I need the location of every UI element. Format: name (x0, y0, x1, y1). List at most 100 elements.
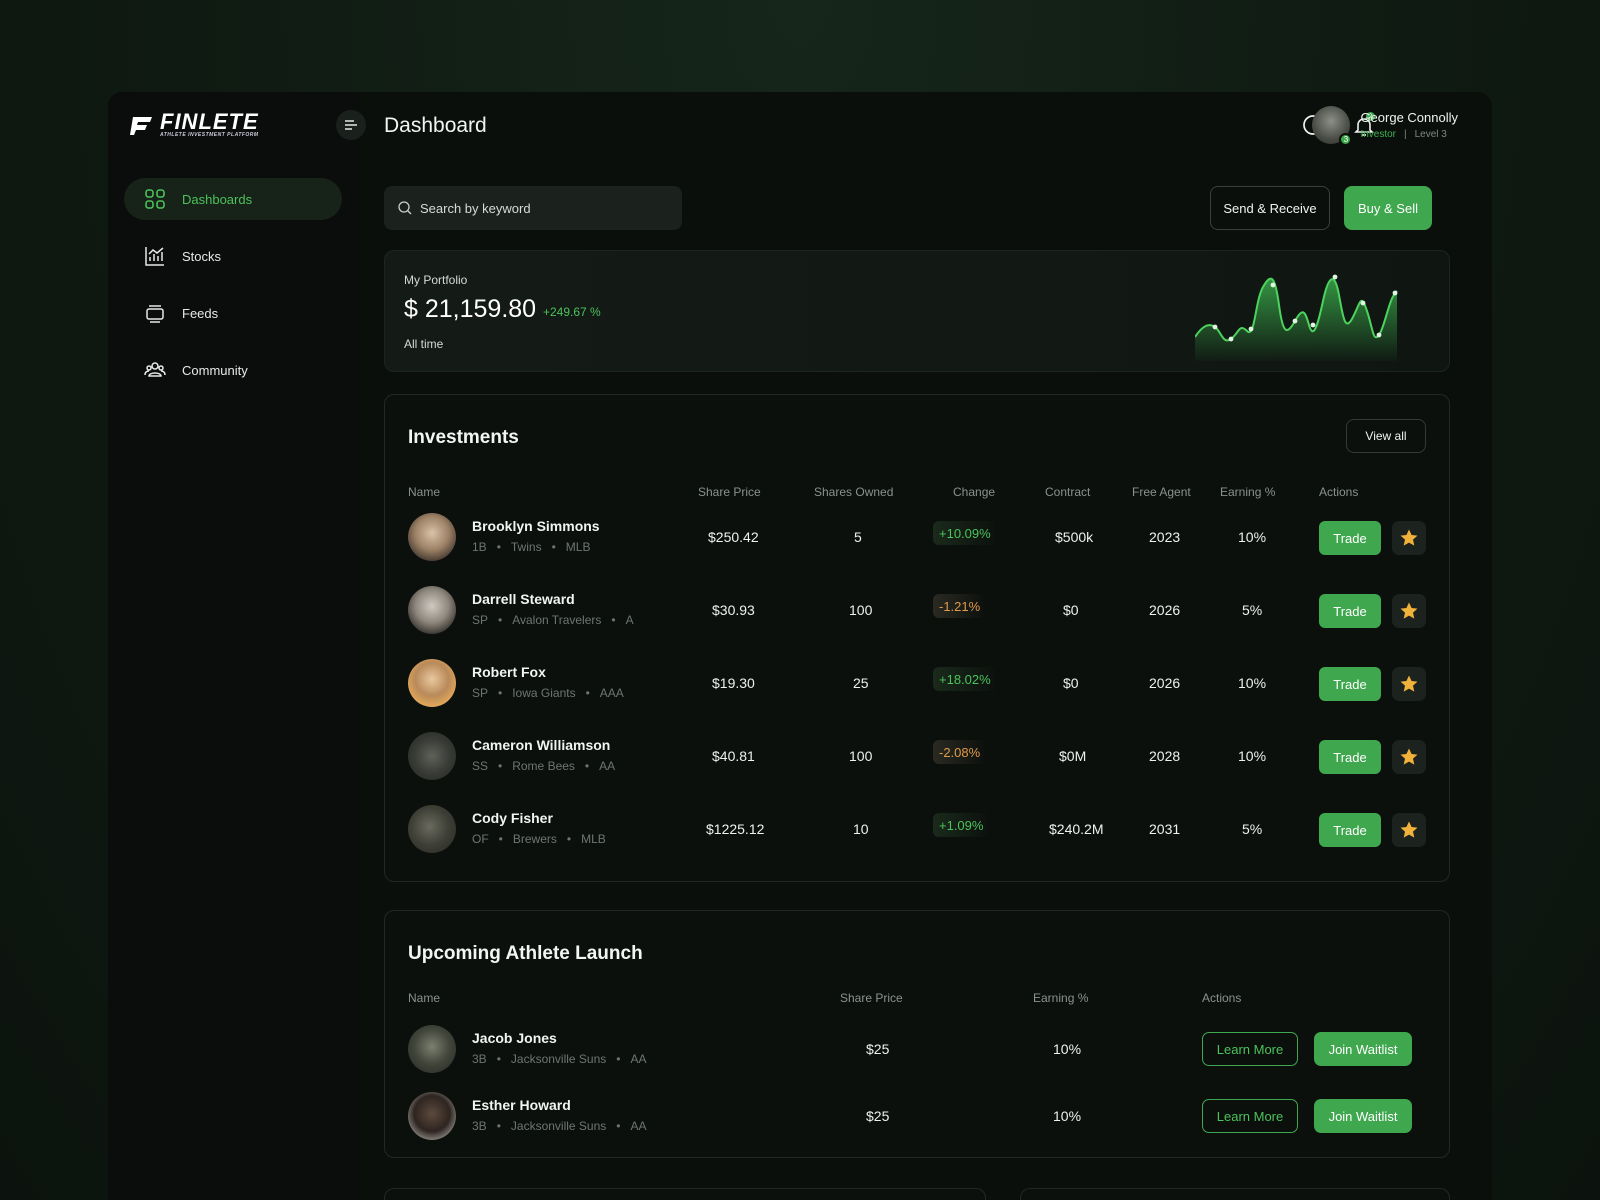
sparkline-point (1332, 274, 1338, 280)
column-header-shares-owned: Shares Owned (814, 485, 894, 499)
contract: $0 (1063, 602, 1079, 618)
avatar (408, 732, 456, 780)
share-price: $250.42 (708, 529, 759, 545)
column-header-actions: Actions (1319, 485, 1359, 499)
earning-percent: 5% (1242, 821, 1263, 837)
share-price: $25 (866, 1041, 890, 1057)
free-agent: 2023 (1149, 529, 1181, 545)
feeds-icon (146, 305, 164, 323)
avatar (408, 513, 456, 561)
free-agent: 2028 (1149, 748, 1181, 764)
free-agent: 2026 (1149, 675, 1181, 691)
shares-owned: 10 (853, 821, 869, 837)
menu-toggle-button[interactable] (336, 110, 366, 140)
sidebar-item-dashboards[interactable]: Dashboards (124, 178, 342, 220)
send-receive-button[interactable]: Send & Receive (1210, 186, 1330, 230)
column-header-free-agent: Free Agent (1132, 485, 1191, 499)
change-badge: -1.21% (933, 594, 987, 618)
brand-tagline: ATHLETE INVESTMENT PLATFORM (160, 132, 259, 138)
athlete-name: Jacob Jones (472, 1030, 557, 1046)
change-badge: +10.09% (933, 521, 997, 545)
contract: $500k (1055, 529, 1094, 545)
user-profile[interactable]: 3 George Connolly Investor | Level 3 (1312, 106, 1458, 146)
share-price: $40.81 (712, 748, 755, 764)
investments-card: Investments View all Name Share Price Sh… (384, 394, 1450, 882)
upcoming-title: Upcoming Athlete Launch (408, 943, 643, 964)
sidebar-item-stocks[interactable]: Stocks (124, 235, 342, 277)
table-row[interactable]: Cody Fisher OF • Brewers • MLB $1225.12 10 +… (385, 801, 1449, 857)
search-bar[interactable] (384, 186, 682, 230)
user-level: Level 3 (1414, 129, 1447, 140)
earning-percent: 5% (1242, 602, 1263, 618)
sidebar-item-feeds[interactable]: Feeds (124, 292, 342, 334)
avatar (408, 586, 456, 634)
trade-button[interactable]: Trade (1319, 667, 1381, 701)
earning-percent: 10% (1053, 1108, 1082, 1124)
search-icon (398, 201, 412, 215)
table-row[interactable]: Darrell Steward SP • Avalon Travelers • A $3… (385, 582, 1449, 638)
sidebar-item-community[interactable]: Community (124, 349, 342, 391)
athlete-name: Robert Fox (472, 664, 546, 680)
view-all-button[interactable]: View all (1346, 419, 1426, 453)
contract: $0 (1063, 675, 1079, 691)
user-meta-separator: | (1404, 129, 1407, 140)
table-row[interactable]: Cameron Williamson SS • Rome Bees • AA $40.8… (385, 728, 1449, 784)
column-header-contract: Contract (1045, 485, 1091, 499)
brand-name: FINLETE (160, 109, 259, 134)
brand-logo[interactable]: FINLETE ATHLETE INVESTMENT PLATFORM (130, 109, 259, 138)
learn-more-button[interactable]: Learn More (1202, 1099, 1298, 1133)
sparkline-point (1392, 290, 1398, 296)
app-window: FINLETE ATHLETE INVESTMENT PLATFORM Dash… (108, 92, 1492, 1200)
favorite-button[interactable] (1392, 667, 1426, 701)
column-header-earning: Earning % (1033, 991, 1089, 1005)
trade-button[interactable]: Trade (1319, 813, 1381, 847)
favorite-button[interactable] (1392, 813, 1426, 847)
star-icon (1400, 675, 1418, 692)
sparkline-point (1376, 332, 1382, 338)
favorite-button[interactable] (1392, 740, 1426, 774)
avatar (408, 1025, 456, 1073)
table-row[interactable]: Brooklyn Simmons 1B • Twins • MLB $250.42 5 … (385, 509, 1449, 565)
dashboard-grid-icon (145, 189, 165, 209)
list-item[interactable]: Esther Howard 3B • Jacksonville Suns • AA $2… (385, 1088, 1449, 1144)
shares-owned: 100 (849, 602, 873, 618)
athlete-meta: 3B • Jacksonville Suns • AA (472, 1052, 647, 1066)
earning-percent: 10% (1238, 529, 1267, 545)
trade-button[interactable]: Trade (1319, 521, 1381, 555)
next-card-left (384, 1188, 986, 1200)
sparkline-point (1292, 318, 1298, 324)
search-input[interactable] (420, 200, 660, 216)
column-header-share-price: Share Price (840, 991, 903, 1005)
finlete-logo-icon (130, 117, 152, 135)
chart-icon (145, 247, 164, 266)
table-row[interactable]: Robert Fox SP • Iowa Giants • AAA $19.30 25 … (385, 655, 1449, 711)
join-waitlist-button[interactable]: Join Waitlist (1314, 1032, 1412, 1066)
favorite-button[interactable] (1392, 594, 1426, 628)
avatar (408, 659, 456, 707)
upcoming-launch-card: Upcoming Athlete Launch Name Share Price… (384, 910, 1450, 1158)
page-title: Dashboard (384, 114, 487, 137)
top-bar: Dashboard 2 3 George Connolly Investor |… (336, 92, 1492, 162)
next-card-right (1020, 1188, 1450, 1200)
free-agent: 2031 (1149, 821, 1181, 837)
star-icon (1400, 529, 1418, 546)
sparkline-point (1360, 300, 1366, 306)
portfolio-change: +249.67 % (543, 305, 601, 319)
list-item[interactable]: Jacob Jones 3B • Jacksonville Suns • AA $25 … (385, 1021, 1449, 1077)
trade-button[interactable]: Trade (1319, 594, 1381, 628)
column-header-name: Name (408, 991, 441, 1005)
favorite-button[interactable] (1392, 521, 1426, 555)
join-waitlist-button[interactable]: Join Waitlist (1314, 1099, 1412, 1133)
athlete-meta: SS • Rome Bees • AA (472, 759, 616, 773)
buy-sell-button[interactable]: Buy & Sell (1344, 186, 1432, 230)
change-badge: -2.08% (933, 740, 987, 764)
column-header-actions: Actions (1202, 991, 1242, 1005)
column-header-earning: Earning % (1220, 485, 1276, 499)
share-price: $30.93 (712, 602, 755, 618)
portfolio-value: $ 21,159.80 (404, 295, 537, 323)
learn-more-button[interactable]: Learn More (1202, 1032, 1298, 1066)
athlete-name: Brooklyn Simmons (472, 518, 600, 534)
star-icon (1400, 821, 1418, 838)
column-header-change: Change (953, 485, 996, 499)
trade-button[interactable]: Trade (1319, 740, 1381, 774)
